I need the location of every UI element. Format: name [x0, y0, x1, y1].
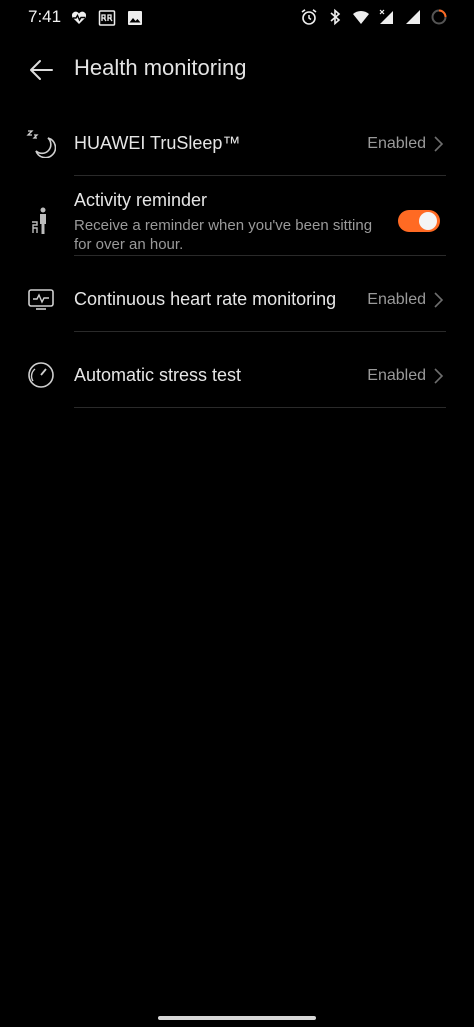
trusleep-label: HUAWEI TruSleep™ — [74, 133, 241, 153]
app-bar: Health monitoring — [0, 44, 474, 96]
heart-rate-icon — [71, 11, 87, 24]
stress-gauge-icon — [26, 360, 56, 390]
activity-reminder-label: Activity reminder — [74, 190, 208, 210]
stress-test-row[interactable]: Automatic stress test Enabled — [0, 332, 474, 408]
heart-rate-label: Continuous heart rate monitoring — [74, 289, 337, 309]
rr-icon — [98, 10, 116, 26]
chevron-right-icon — [434, 136, 444, 152]
signal-icon-2 — [406, 10, 420, 24]
trusleep-row[interactable]: HUAWEI TruSleep™ Enabled — [0, 108, 474, 176]
settings-list: HUAWEI TruSleep™ Enabled Activity remind… — [0, 108, 474, 408]
status-time: 7:41 — [28, 7, 62, 26]
activity-person-icon — [26, 206, 56, 236]
bluetooth-icon — [330, 8, 341, 26]
activity-reminder-description: Receive a reminder when you've been sitt… — [74, 217, 373, 253]
sleep-icon — [26, 128, 56, 158]
activity-reminder-row[interactable]: Activity reminder Receive a reminder whe… — [0, 176, 474, 256]
loading-ring-icon — [431, 9, 447, 25]
signal-icon — [379, 9, 393, 24]
alarm-icon — [301, 9, 317, 25]
back-arrow-icon — [30, 60, 53, 80]
image-icon — [128, 11, 142, 25]
trusleep-status: Enabled — [367, 135, 426, 152]
stress-test-status: Enabled — [367, 367, 426, 384]
heart-rate-row[interactable]: Continuous heart rate monitoring Enabled — [0, 256, 474, 332]
chevron-right-icon — [434, 368, 444, 384]
heart-rate-monitor-icon — [26, 284, 56, 314]
activity-reminder-toggle[interactable] — [398, 210, 440, 232]
divider — [74, 407, 446, 408]
stress-test-label: Automatic stress test — [74, 365, 242, 385]
status-bar: 7:41 — [0, 0, 474, 36]
back-button[interactable] — [24, 53, 58, 87]
wifi-icon — [353, 10, 369, 24]
page-title: Health monitoring — [74, 55, 247, 80]
chevron-right-icon — [434, 292, 444, 308]
heart-rate-status: Enabled — [367, 291, 426, 308]
home-indicator[interactable] — [158, 1016, 316, 1020]
toggle-knob — [419, 212, 437, 230]
